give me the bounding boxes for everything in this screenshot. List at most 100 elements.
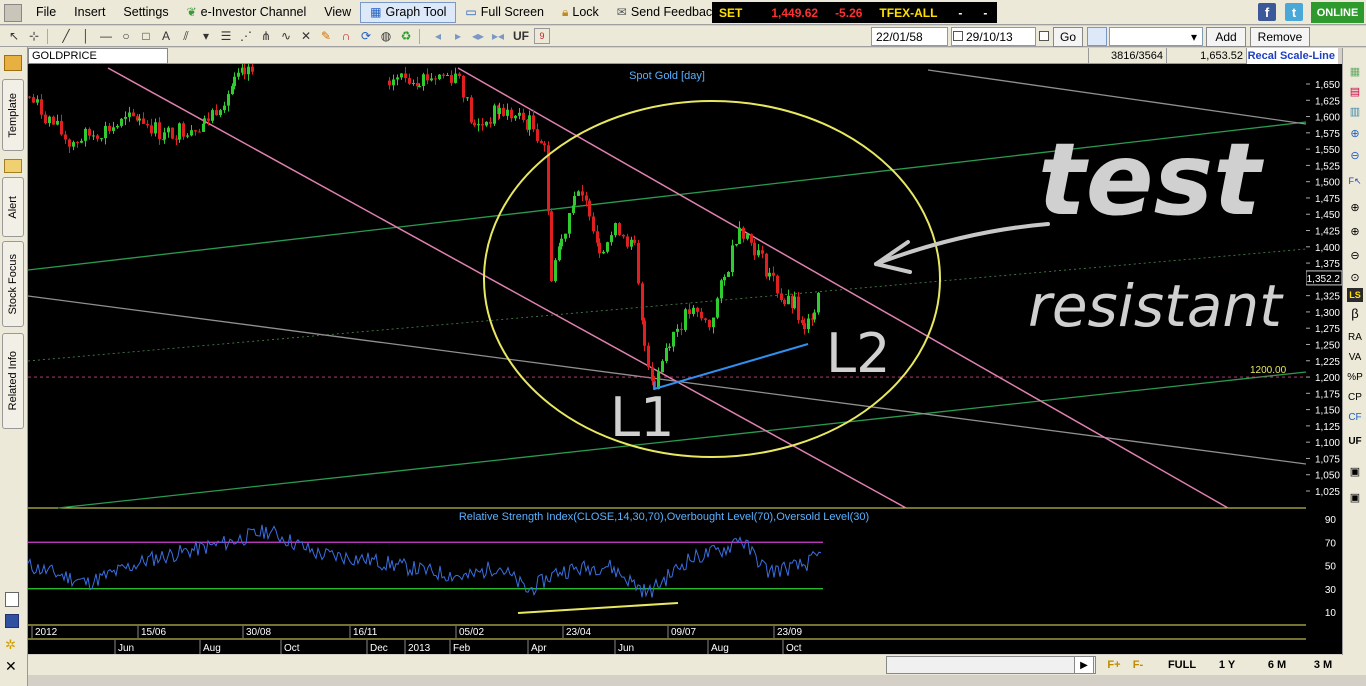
candle-body — [416, 82, 419, 87]
zoom-in-icon[interactable]: ⊕ — [1344, 198, 1366, 216]
beta-button[interactable]: β — [1344, 304, 1366, 322]
settings-icon[interactable]: ✲ — [5, 637, 19, 652]
right-tool-icon-3[interactable]: ▥ — [1344, 102, 1366, 120]
menu-full-screen[interactable]: ▭ Full Screen — [456, 0, 553, 25]
chart-scrollbar[interactable] — [886, 656, 1096, 674]
date-to-field[interactable]: 29/10/13 — [951, 27, 1036, 46]
ra-button[interactable]: RA — [1344, 328, 1366, 346]
go-checkbox[interactable] — [1039, 31, 1049, 41]
scroll-right-icon[interactable]: ▶ — [1074, 656, 1094, 674]
uf-button[interactable]: UF — [508, 27, 534, 46]
trendline-icon[interactable]: ╱ — [56, 27, 76, 46]
ls-button[interactable]: LS — [1347, 288, 1363, 302]
pen-icon[interactable]: ✎ — [316, 27, 336, 46]
palette-icon[interactable]: ◍ — [376, 27, 396, 46]
remove-button[interactable]: Remove — [1250, 27, 1310, 47]
candle-body — [108, 125, 111, 131]
arrow-left-icon[interactable]: ◂ — [428, 27, 448, 46]
price-chart[interactable]: 1200.00 Spot Gold [day] test resistant L1 L2 R… — [27, 64, 1307, 654]
candle-body — [528, 115, 531, 130]
date-label-bottom: Jun — [118, 643, 134, 654]
left-side-panel: Template Alert Stock Focus Related Info … — [0, 47, 28, 686]
recycle-icon[interactable]: ♻ — [396, 27, 416, 46]
rsi-tick-label: 90 — [1325, 515, 1337, 526]
candle-body — [36, 99, 39, 103]
period-full[interactable]: FULL — [1162, 657, 1202, 673]
menu-view[interactable]: View — [315, 0, 360, 25]
arrow-right-icon[interactable]: ▸ — [448, 27, 468, 46]
delete-icon[interactable]: ✕ — [296, 27, 316, 46]
fibonacci-icon[interactable]: ⋰ — [236, 27, 256, 46]
wave-icon[interactable]: ∿ — [276, 27, 296, 46]
period-1y[interactable]: 1 Y — [1212, 657, 1242, 673]
refresh-icon[interactable]: ⟳ — [356, 27, 376, 46]
twitter-icon[interactable]: t — [1285, 3, 1303, 21]
tab-stock-focus[interactable]: Stock Focus — [2, 241, 24, 327]
channel-icon[interactable]: ⫽ — [176, 27, 196, 46]
rsi-line — [27, 524, 822, 598]
zoom-plus-icon[interactable]: ⊕ — [1344, 124, 1366, 142]
zoom-fit-icon[interactable]: ⊙ — [1344, 268, 1366, 286]
recal-scale-line[interactable]: Recal Scale-Line — [1246, 48, 1338, 64]
pointer-icon[interactable]: ↖ — [4, 27, 24, 46]
strip-icon-a[interactable]: ▣ — [1344, 462, 1366, 480]
menu-settings[interactable]: Settings — [114, 0, 177, 25]
menu-lock[interactable]: 🔒︎ Lock — [553, 0, 608, 25]
candle-body — [223, 105, 226, 111]
new-file-icon[interactable] — [5, 592, 19, 607]
scale-icon[interactable]: F↖ — [1344, 172, 1366, 190]
zoom-out-icon[interactable]: ⊖ — [1344, 246, 1366, 264]
close-icon[interactable]: ✕ — [5, 658, 21, 674]
menu-e-investor-channel[interactable]: ❦ e-Investor Channel — [178, 0, 316, 25]
candle-body — [716, 298, 719, 318]
date-from-field[interactable]: 22/01/58 — [871, 27, 948, 46]
color-swatch[interactable] — [1087, 27, 1107, 46]
save-icon[interactable] — [5, 614, 19, 628]
menu-graph-tool[interactable]: ▦ Graph Tool — [360, 1, 457, 23]
uf-strip-button[interactable]: UF — [1344, 432, 1366, 450]
add-button[interactable]: Add — [1206, 27, 1246, 47]
zoom-out-icon[interactable]: ▸◂ — [488, 27, 508, 46]
period-6m[interactable]: 6 M — [1262, 657, 1292, 673]
crosshair-icon[interactable]: ⊹ — [24, 27, 44, 46]
va-button[interactable]: VA — [1344, 348, 1366, 366]
text-icon[interactable]: A — [156, 27, 176, 46]
zoom-in-2-icon[interactable]: ⊕ — [1344, 222, 1366, 240]
rectangle-icon[interactable]: □ — [136, 27, 156, 46]
date-label-bottom: Aug — [203, 643, 221, 654]
price-axis-svg: 1,650 1,625 1,600 1,575 1,550 1,525 1,500 1,475… — [1305, 80, 1343, 619]
zoom-in-icon[interactable]: ◂▸ — [468, 27, 488, 46]
calendar-icon[interactable]: 9 — [534, 28, 550, 44]
cp-button[interactable]: CP — [1344, 388, 1366, 406]
percent-p-button[interactable]: %P — [1344, 368, 1366, 386]
pitchfork-icon[interactable]: ⋔ — [256, 27, 276, 46]
symbol-field[interactable]: GOLDPRICE — [28, 48, 168, 64]
period-f-minus[interactable]: F- — [1130, 657, 1146, 673]
tab-alert[interactable]: Alert — [2, 177, 24, 237]
strip-icon-b[interactable]: ▣ — [1344, 488, 1366, 506]
menu-insert[interactable]: Insert — [65, 0, 114, 25]
right-tool-icon-2[interactable]: ▤ — [1344, 82, 1366, 100]
menu-send-feedback[interactable]: ✉ Send Feedback — [608, 0, 728, 25]
indicator-select[interactable]: ▾ — [1109, 27, 1203, 46]
tab-related-info[interactable]: Related Info — [2, 333, 24, 429]
alert-bell-icon[interactable] — [4, 159, 22, 173]
period-3m[interactable]: 3 M — [1308, 657, 1338, 673]
go-button[interactable]: Go — [1053, 27, 1083, 47]
facebook-icon[interactable]: f — [1258, 3, 1276, 21]
candle-body — [493, 105, 496, 124]
zoom-minus-icon[interactable]: ⊖ — [1344, 146, 1366, 164]
date-checkbox[interactable] — [953, 31, 963, 41]
lines-icon[interactable]: ☰ — [216, 27, 236, 46]
hline-icon[interactable]: │ — [76, 27, 96, 46]
magnet-icon[interactable]: ∩ — [336, 27, 356, 46]
period-f-plus[interactable]: F+ — [1106, 657, 1122, 673]
style-dropdown-icon[interactable]: ▾ — [196, 27, 216, 46]
right-tool-icon-1[interactable]: ▦ — [1344, 62, 1366, 80]
circle-icon[interactable]: ○ — [116, 27, 136, 46]
candle-body — [219, 110, 222, 116]
tab-template[interactable]: Template — [2, 79, 24, 151]
folder-icon[interactable] — [4, 55, 22, 71]
cf-button[interactable]: CF — [1344, 408, 1366, 426]
line-icon[interactable]: — — [96, 27, 116, 46]
